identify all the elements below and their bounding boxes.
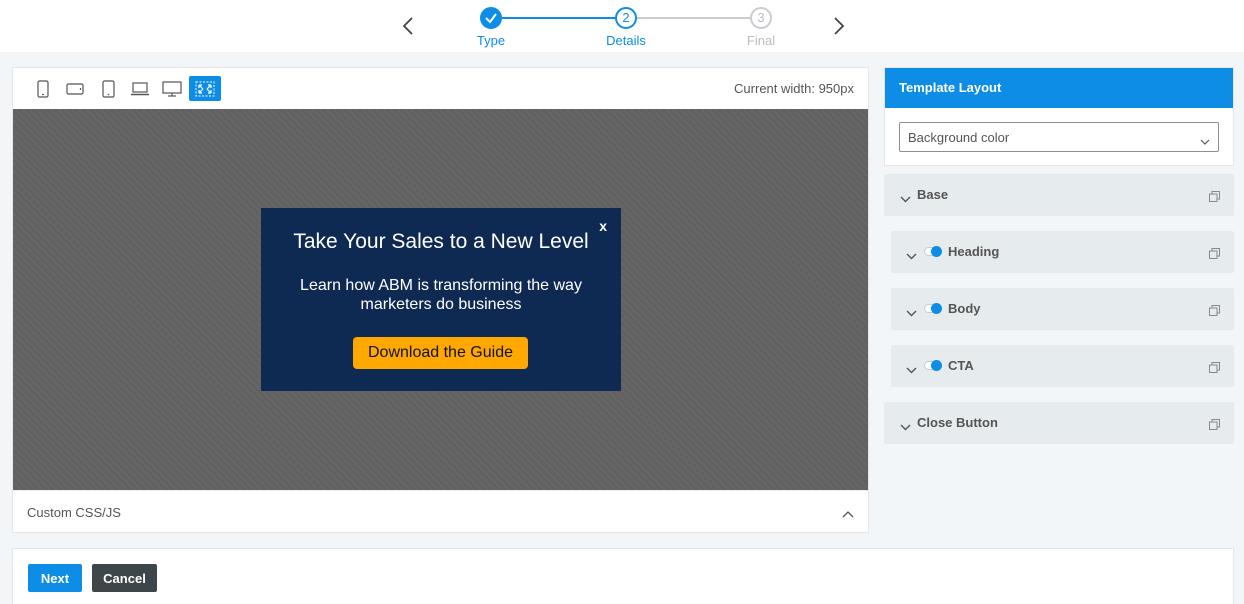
section-label: Body — [948, 301, 981, 316]
chevron-down-icon — [900, 418, 911, 436]
preview-panel: Current width: 950px x Take Your Sales t… — [12, 67, 869, 533]
copy-icon[interactable] — [1209, 360, 1220, 378]
chevron-down-icon — [900, 190, 911, 208]
background-select[interactable]: Background color — [899, 122, 1219, 152]
step-label: Final — [746, 33, 776, 48]
section-label: CTA — [948, 358, 974, 373]
laptop-icon[interactable] — [124, 76, 156, 101]
step-number: 3 — [750, 7, 772, 29]
desktop-icon[interactable] — [156, 76, 188, 101]
step-number: 2 — [615, 7, 637, 29]
check-icon — [480, 7, 502, 29]
template-layout-panel: Template Layout Background color — [884, 67, 1234, 166]
expand-icon[interactable] — [189, 76, 221, 101]
phone-portrait-icon[interactable] — [27, 76, 59, 101]
popup-heading: Take Your Sales to a New Level — [293, 230, 589, 253]
toggle-knob — [931, 246, 942, 257]
copy-icon[interactable] — [1209, 246, 1220, 264]
custom-css-js-label: Custom CSS/JS — [27, 505, 121, 520]
step-final[interactable]: 3 Final — [721, 7, 801, 48]
section-heading[interactable]: Heading — [891, 231, 1234, 273]
tablet-icon[interactable] — [92, 76, 124, 101]
popup-cta-button[interactable]: Download the Guide — [353, 337, 528, 369]
phone-landscape-icon[interactable] — [59, 76, 91, 101]
copy-icon[interactable] — [1209, 303, 1220, 321]
section-label: Base — [917, 187, 949, 202]
preview-canvas: x Take Your Sales to a New Level Learn h… — [13, 109, 868, 490]
heading-toggle[interactable] — [924, 246, 942, 257]
current-width-label: Current width: 950px — [734, 81, 854, 96]
cancel-button[interactable]: Cancel — [92, 564, 157, 592]
step-type[interactable]: Type — [451, 7, 531, 48]
chevron-down-icon — [906, 247, 917, 265]
background-select-value: Background color — [908, 130, 1010, 145]
toggle-knob — [931, 360, 942, 371]
section-label: Close Button — [917, 415, 998, 430]
footer-bar: Next Cancel — [12, 548, 1234, 604]
body-toggle[interactable] — [924, 303, 942, 314]
popup-preview: x Take Your Sales to a New Level Learn h… — [261, 208, 621, 391]
chevron-left-icon[interactable] — [398, 14, 420, 38]
copy-icon[interactable] — [1209, 189, 1220, 207]
next-button[interactable]: Next — [28, 564, 82, 592]
custom-css-js-toggle[interactable]: Custom CSS/JS — [13, 490, 868, 532]
step-details[interactable]: 2 Details — [586, 7, 666, 48]
chevron-down-icon — [1200, 133, 1210, 151]
step-label: Details — [606, 33, 646, 48]
chevron-up-icon[interactable] — [842, 505, 854, 523]
cta-toggle[interactable] — [924, 360, 942, 371]
chevron-down-icon — [906, 304, 917, 322]
section-cta[interactable]: CTA — [891, 345, 1234, 387]
section-close-button[interactable]: Close Button — [884, 402, 1234, 444]
toggle-knob — [931, 303, 942, 314]
wizard-stepper: Type 2 Details 3 Final — [0, 0, 1244, 52]
template-layout-title: Template Layout — [885, 68, 1233, 108]
step-label: Type — [476, 33, 506, 48]
copy-icon[interactable] — [1209, 417, 1220, 435]
device-toolbar: Current width: 950px — [13, 68, 868, 109]
section-label: Heading — [948, 244, 1000, 259]
section-body[interactable]: Body — [891, 288, 1234, 330]
chevron-down-icon — [906, 361, 917, 379]
section-base[interactable]: Base — [884, 174, 1234, 216]
chevron-right-icon[interactable] — [827, 14, 849, 38]
popup-body: Learn how ABM is transforming the way ma… — [300, 277, 582, 313]
